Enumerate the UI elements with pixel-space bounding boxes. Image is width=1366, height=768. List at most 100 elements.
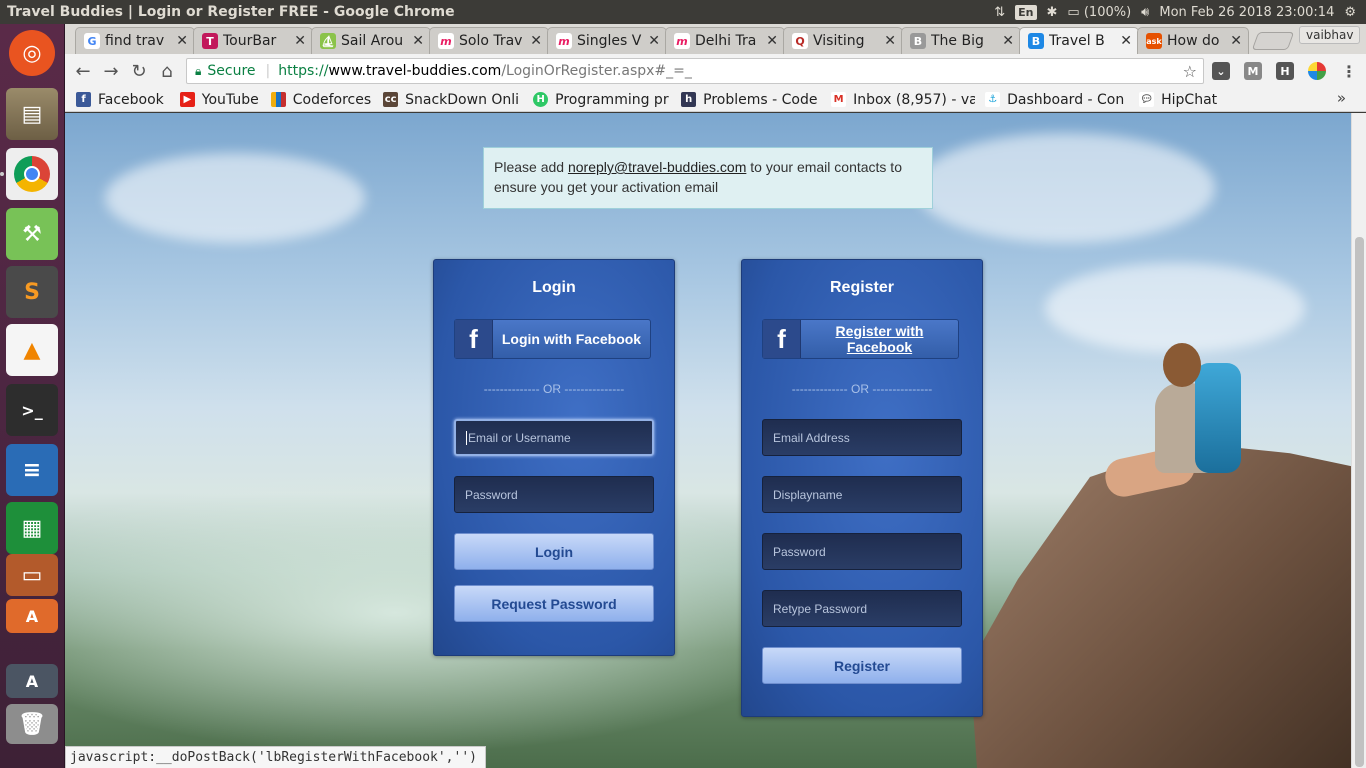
vlc-icon[interactable]: ▲: [6, 324, 58, 376]
tab[interactable]: m Solo Trav ✕: [429, 27, 549, 54]
files-icon[interactable]: ▤: [6, 88, 58, 140]
tab-title: TourBar: [223, 33, 277, 49]
profile-button[interactable]: vaibhav: [1299, 26, 1361, 44]
bookmark-label: Codeforces: [292, 91, 372, 108]
tab[interactable]: ask How do ✕: [1137, 27, 1249, 54]
settings-gear-icon[interactable]: ⚙: [1344, 5, 1356, 20]
trash-icon[interactable]: 🗑︎: [6, 704, 58, 744]
close-icon[interactable]: ✕: [412, 33, 424, 49]
register-displayname-input[interactable]: Displayname: [762, 476, 962, 513]
close-icon[interactable]: ✕: [766, 33, 778, 49]
tab-title: Delhi Tra: [695, 33, 757, 49]
login-button[interactable]: Login: [454, 533, 654, 570]
bookmark-dashboard[interactable]: ⚓︎ Dashboard - Con: [985, 92, 1129, 108]
bookmark-programming[interactable]: H Programming pr: [533, 92, 671, 108]
close-icon[interactable]: ✕: [530, 33, 542, 49]
color-picker-icon[interactable]: [1308, 62, 1326, 80]
ubuntu-dash-icon[interactable]: ◎: [9, 30, 55, 76]
pocket-icon[interactable]: ⌄: [1212, 62, 1230, 80]
tab[interactable]: ⛵︎ Sail Arou ✕: [311, 27, 431, 54]
facebook-icon: f: [455, 320, 493, 358]
hackerrank-extension-icon[interactable]: H: [1276, 62, 1294, 80]
or-divider: -------------- OR ---------------: [791, 382, 933, 396]
close-icon[interactable]: ✕: [648, 33, 660, 49]
terminal-icon[interactable]: >_: [6, 384, 58, 436]
address-bar[interactable]: 🔒︎ Secure | https://www.travel-buddies.c…: [186, 58, 1204, 84]
close-icon[interactable]: ✕: [1002, 33, 1014, 49]
input-placeholder: Displayname: [773, 487, 843, 502]
bookmark-youtube[interactable]: ▶ YouTube: [179, 92, 259, 108]
close-icon[interactable]: ✕: [1120, 33, 1132, 49]
tab[interactable]: m Singles V ✕: [547, 27, 667, 54]
register-password-input[interactable]: Password: [762, 533, 962, 570]
chrome-menu-icon[interactable]: ⋮: [1340, 62, 1358, 81]
more-bookmarks-icon[interactable]: »: [1337, 89, 1346, 107]
sublime-text-icon[interactable]: S: [6, 266, 58, 318]
google-icon: G: [84, 33, 100, 49]
clock[interactable]: Mon Feb 26 2018 23:00:14: [1159, 5, 1334, 20]
bookmark-facebook[interactable]: f Facebook: [76, 92, 164, 108]
back-icon[interactable]: ←: [69, 61, 97, 82]
bookmark-codeforces[interactable]: Codeforces: [270, 91, 372, 108]
tab[interactable]: Q Visiting ✕: [783, 27, 903, 54]
close-icon[interactable]: ✕: [884, 33, 896, 49]
bookmark-problems[interactable]: h Problems - Code: [681, 92, 821, 108]
activation-notice: Please add noreply@travel-buddies.com to…: [483, 147, 933, 209]
system-indicators: ⇅ En ✱ ▭ (100%) 🔊︎ Mon Feb 26 2018 23:00…: [994, 4, 1366, 20]
tab-title: The Big: [931, 33, 984, 49]
android-studio-icon[interactable]: ⚒: [6, 208, 58, 260]
libreoffice-writer-icon[interactable]: ≡: [6, 444, 58, 496]
tab-title: Solo Trav: [459, 33, 523, 49]
network-transfer-icon[interactable]: ⇅: [994, 5, 1005, 20]
libreoffice-calc-icon[interactable]: ▦: [6, 502, 58, 554]
software-updater-icon[interactable]: A: [6, 664, 58, 698]
register-button[interactable]: Register: [762, 647, 962, 684]
m-icon: m: [674, 33, 690, 49]
bookmark-snackdown[interactable]: cc SnackDown Onli: [383, 92, 523, 108]
volume-icon[interactable]: 🔊︎: [1141, 5, 1149, 20]
tab[interactable]: G find trav ✕: [75, 27, 195, 54]
bookmark-label: Inbox (8,957) - va: [853, 91, 976, 108]
keyboard-layout-indicator[interactable]: En: [1015, 4, 1037, 20]
tab[interactable]: T TourBar ✕: [193, 27, 313, 54]
bookmark-star-icon[interactable]: ☆: [1183, 62, 1197, 81]
register-email-input[interactable]: Email Address: [762, 419, 962, 456]
scrollbar-thumb[interactable]: [1355, 237, 1364, 767]
bookmark-hipchat[interactable]: 💬︎ HipChat: [1139, 92, 1217, 108]
request-password-button[interactable]: Request Password: [454, 585, 654, 622]
tab[interactable]: m Delhi Tra ✕: [665, 27, 785, 54]
bluetooth-icon[interactable]: ✱: [1047, 5, 1058, 20]
bookmark-label: HipChat: [1161, 91, 1218, 108]
close-icon[interactable]: ✕: [1230, 33, 1242, 49]
unity-launcher: ◎ ▤ ⚒ S ▲ >_ ≡ ▦ ▭ A A 🗑︎: [0, 24, 65, 768]
bookmark-inbox[interactable]: M Inbox (8,957) - va: [831, 92, 975, 108]
login-password-input[interactable]: Password: [454, 476, 654, 513]
libreoffice-impress-icon[interactable]: ▭: [6, 554, 58, 596]
page-scrollbar[interactable]: [1351, 113, 1366, 768]
register-with-facebook-button[interactable]: f Register with Facebook: [762, 319, 959, 359]
reload-icon[interactable]: ↻: [125, 61, 153, 82]
login-username-input[interactable]: Email or Username: [454, 419, 654, 456]
app-stack-icon[interactable]: A: [6, 599, 58, 633]
tourbar-icon: T: [202, 33, 218, 49]
login-title: Login: [532, 279, 576, 296]
m-icon: m: [556, 33, 572, 49]
or-divider: -------------- OR ---------------: [483, 382, 625, 396]
login-with-facebook-button[interactable]: f Login with Facebook: [454, 319, 651, 359]
window-title-bar: Travel Buddies | Login or Register FREE …: [0, 0, 1366, 24]
tab[interactable]: B The Big ✕: [901, 27, 1021, 54]
forward-icon[interactable]: →: [97, 61, 125, 82]
close-icon[interactable]: ✕: [294, 33, 306, 49]
chrome-icon[interactable]: [6, 148, 58, 200]
close-icon[interactable]: ✕: [176, 33, 188, 49]
fb-button-label: Login with Facebook: [501, 331, 642, 347]
new-tab-button[interactable]: [1251, 32, 1295, 50]
battery-indicator[interactable]: ▭ (100%): [1067, 5, 1131, 20]
home-icon[interactable]: ⌂: [153, 61, 181, 82]
tab-active[interactable]: B Travel B ✕: [1019, 27, 1139, 54]
ask-icon: ask: [1146, 33, 1162, 49]
register-retype-password-input[interactable]: Retype Password: [762, 590, 962, 627]
notice-email-link[interactable]: noreply@travel-buddies.com: [568, 159, 746, 175]
secure-label: Secure: [207, 63, 256, 79]
gmail-checker-icon[interactable]: M: [1244, 62, 1262, 80]
